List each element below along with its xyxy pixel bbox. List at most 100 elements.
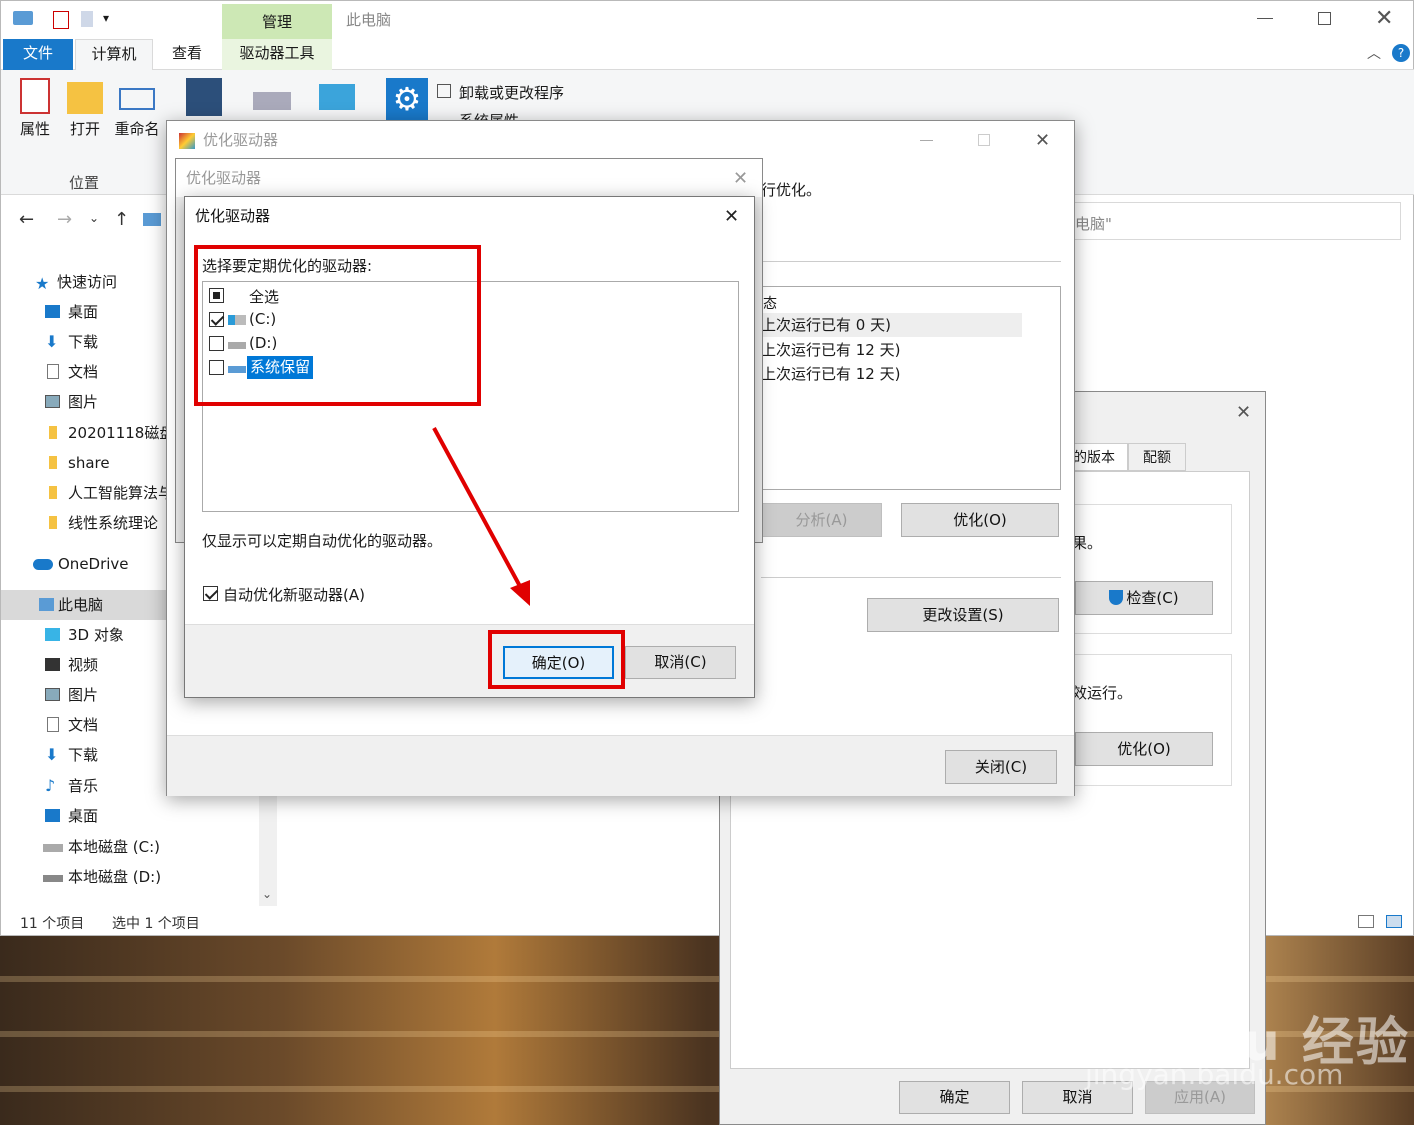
footer-bar [167, 735, 1074, 796]
maximize-icon[interactable] [1318, 12, 1331, 25]
properties-label: 属性 [19, 120, 50, 138]
status-row[interactable]: 上次运行已有 12 天) [759, 362, 900, 386]
annotation-arrow [432, 427, 530, 606]
minimize-icon[interactable] [1257, 18, 1273, 19]
music-icon: ♪ [45, 776, 56, 795]
nav-label: share [68, 454, 110, 472]
tab-view[interactable]: 查看 [156, 39, 218, 70]
optimize-group-text: 效运行。 [1072, 684, 1133, 702]
recent-dropdown-icon[interactable]: ⌄ [89, 211, 99, 225]
folder-icon [49, 426, 57, 439]
properties-icon [20, 78, 50, 114]
nav-pc-desktop[interactable]: 桌面 [1, 801, 259, 831]
properties-button[interactable]: 属性 [13, 78, 57, 139]
cloud-icon [33, 559, 53, 570]
optimize-window-titlebar: 优化驱动器 [167, 121, 1074, 159]
scroll-down-icon[interactable]: ⌄ [262, 887, 272, 901]
qat-dropdown-icon[interactable]: ▾ [103, 11, 109, 25]
open-button[interactable]: 打开 [63, 78, 107, 139]
maximize-icon[interactable] [978, 134, 990, 146]
check-button[interactable]: 检查(C) [1075, 581, 1213, 615]
uninstall-button[interactable]: 卸载或更改程序 [459, 82, 564, 103]
tab-file[interactable]: 文件 [3, 39, 73, 70]
props-optimize-button[interactable]: 优化(O) [1075, 732, 1213, 766]
ribbon-tabs: 文件 计算机 查看 驱动器工具 ︿ ? [1, 39, 1414, 70]
nav-label: 本地磁盘 (C:) [68, 838, 160, 856]
minimize-icon[interactable] [920, 140, 933, 141]
close-icon[interactable]: ✕ [1375, 8, 1393, 30]
tab-quota[interactable]: 配额 [1128, 443, 1186, 471]
map-drive-icon[interactable] [253, 92, 291, 110]
list-header-status: 态 [763, 296, 777, 312]
nav-quick-access-label: 快速访问 [57, 273, 118, 291]
nav-label: 文档 [68, 363, 99, 381]
back-arrow-icon[interactable]: ← [19, 209, 34, 230]
folder-icon [49, 516, 57, 529]
properties-check-icon[interactable] [53, 11, 69, 29]
up-arrow-icon[interactable]: ↑ [114, 209, 129, 230]
new-folder-icon[interactable] [81, 11, 93, 27]
nav-label: 线性系统理论 [68, 514, 159, 532]
divider [761, 577, 1061, 578]
media-drive-icon[interactable] [186, 78, 222, 116]
baidu-watermark-url: jingyan.baidu.com [1085, 1058, 1344, 1091]
status-row[interactable]: 上次运行已有 0 天) [759, 313, 1022, 337]
network-location-icon[interactable] [319, 84, 355, 110]
tab-previous-versions[interactable]: 的版本 [1072, 443, 1128, 471]
annotation-highlight-ok [488, 630, 625, 689]
close-icon[interactable]: ✕ [1236, 402, 1251, 424]
document-icon [47, 364, 59, 379]
large-icons-view-icon[interactable] [1386, 915, 1402, 928]
tab-drive-tools[interactable]: 驱动器工具 [222, 39, 332, 70]
nav-this-pc[interactable]: 此电脑 [1, 590, 167, 620]
status-row[interactable]: 上次运行已有 12 天) [759, 338, 900, 362]
drive-c-icon [43, 844, 63, 852]
nav-label: 桌面 [68, 807, 99, 825]
collapse-ribbon-icon[interactable]: ︿ [1367, 43, 1381, 63]
close-icon[interactable]: ✕ [1035, 130, 1050, 152]
auto-optimize-new-checkbox[interactable] [203, 586, 218, 601]
props-ok-button[interactable]: 确定 [899, 1081, 1010, 1114]
pc-icon [39, 598, 54, 611]
nav-label: 图片 [68, 686, 99, 704]
help-icon[interactable]: ? [1392, 44, 1410, 62]
only-eligible-note: 仅显示可以定期自动优化的驱动器。 [202, 532, 443, 550]
auto-optimize-new-label: 自动优化新驱动器(A) [223, 586, 365, 604]
change-settings-button[interactable]: 更改设置(S) [867, 598, 1059, 632]
divider [761, 261, 1061, 262]
nav-scrollbar[interactable]: ⌄ [259, 791, 277, 906]
nav-label: 音乐 [68, 777, 99, 795]
optimize-button[interactable]: 优化(O) [901, 503, 1059, 537]
nav-label: 桌面 [68, 303, 99, 321]
video-icon [45, 658, 60, 671]
pc-icon [13, 11, 33, 25]
defrag-icon [179, 133, 195, 149]
pictures-icon [45, 688, 60, 701]
item-count: 11 个项目 [20, 916, 85, 932]
shield-icon [1109, 590, 1124, 605]
desktop-icon [45, 305, 60, 318]
nav-pc-drive-d[interactable]: 本地磁盘 (D:) [1, 862, 259, 892]
close-icon[interactable]: ✕ [733, 168, 748, 190]
nav-pc-drive-c[interactable]: 本地磁盘 (C:) [1, 832, 259, 862]
close-icon[interactable]: ✕ [724, 206, 739, 228]
rename-button[interactable]: 重命名 [111, 78, 163, 139]
nav-label: 下载 [68, 746, 99, 764]
select-dialog-title: 优化驱动器 [195, 207, 271, 225]
tab-computer[interactable]: 计算机 [75, 39, 153, 70]
analyze-button[interactable]: 分析(A) [761, 503, 882, 537]
cancel-button[interactable]: 取消(C) [625, 646, 736, 679]
download-icon: ⬇ [45, 332, 59, 351]
search-box[interactable]: 电脑" [1066, 202, 1401, 240]
mid-dialog-titlebar: 优化驱动器 [176, 159, 762, 197]
nav-label: 3D 对象 [68, 626, 124, 644]
forward-arrow-icon[interactable]: → [57, 209, 72, 230]
nav-label: 此电脑 [58, 596, 104, 614]
settings-gear-icon[interactable]: ⚙ [386, 78, 428, 120]
star-icon: ★ [35, 274, 50, 293]
nav-label: 人工智能算法与 [68, 484, 174, 502]
3d-objects-icon [45, 628, 60, 641]
close-button[interactable]: 关闭(C) [945, 750, 1057, 784]
details-view-icon[interactable] [1358, 915, 1374, 928]
window-title: 此电脑 [346, 11, 392, 29]
